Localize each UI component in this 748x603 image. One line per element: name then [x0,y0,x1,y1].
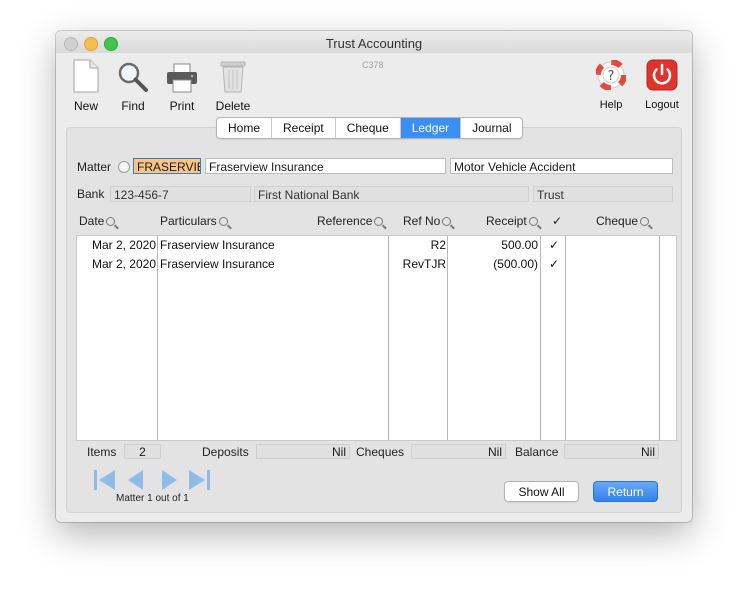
balance-field: Nil [564,444,659,459]
print-button[interactable]: Print [157,59,207,113]
delete-button[interactable]: Delete [208,59,258,113]
help-button[interactable]: ? Help [586,59,636,111]
next-record-icon[interactable] [157,469,181,491]
matter-label: Matter [77,160,112,174]
date-header-label: Date [79,214,105,228]
column-divider [659,236,660,440]
row-particulars: Fraserview Insurance [160,257,275,271]
trust-accounting-window: Trust Accounting C378 New Find Print Del… [56,31,692,522]
ref-no-column-header[interactable]: Ref No [403,214,452,228]
bank-label: Bank [77,187,105,201]
check-column-header[interactable]: ✓ [552,214,562,228]
new-button[interactable]: New [61,59,111,113]
tab-ledger[interactable]: Ledger [400,118,462,138]
reference-header-label: Reference [317,214,373,228]
column-divider [565,236,566,440]
tab-cheque[interactable]: Cheque [336,118,401,138]
window-title: Trust Accounting [325,36,423,51]
row-date: Mar 2, 2020 [91,238,156,252]
last-record-icon[interactable] [187,469,211,491]
bank-name-field: First National Bank [254,186,529,202]
particulars-column-header[interactable]: Particulars [160,214,228,228]
title-bar: Trust Accounting [56,31,692,53]
return-button[interactable]: Return [593,481,658,502]
cheque-search-icon[interactable] [640,217,650,226]
items-count-field: 2 [124,444,161,459]
matter-code-field[interactable]: FRASERVIE [133,158,201,174]
matter-name-field[interactable]: Fraserview Insurance [205,158,446,174]
svg-text:?: ? [608,69,615,84]
column-divider [540,236,541,440]
row-ref-no: RevTJR [402,257,446,271]
help-label: Help [599,99,623,111]
cheques-label: Cheques [356,445,405,459]
new-label: New [73,99,98,113]
ref-no-search-icon[interactable] [442,217,452,226]
ledger-table: Mar 2, 2020 Fraserview Insurance R2 500.… [76,235,677,441]
tab-receipt[interactable]: Receipt [272,118,336,138]
row-date: Mar 2, 2020 [91,257,156,271]
magnifier-icon [108,59,158,99]
matter-count-text: Matter 1 out of 1 [116,493,189,504]
previous-record-icon[interactable] [124,469,148,491]
delete-label: Delete [215,99,251,113]
logout-button[interactable]: Logout [637,59,687,111]
column-divider [157,236,158,440]
row-receipt: 500.00 [501,238,538,252]
date-search-icon[interactable] [106,217,116,226]
first-record-icon[interactable] [93,469,117,491]
date-column-header[interactable]: Date [79,214,116,228]
logout-label: Logout [645,99,679,111]
tab-bar: Home Receipt Cheque Ledger Journal [216,117,524,139]
help-lifebuoy-icon: ? [586,59,636,99]
particulars-header-label: Particulars [160,214,217,228]
reference-search-icon[interactable] [374,217,384,226]
deposits-label: Deposits [202,445,249,459]
matter-radio[interactable] [118,161,130,173]
items-label: Items [87,445,117,459]
find-button[interactable]: Find [108,59,158,113]
screen-code: C378 [362,60,384,70]
receipt-search-icon[interactable] [528,217,538,226]
row-check: ✓ [549,257,560,271]
reference-column-header[interactable]: Reference [317,214,384,228]
ref-no-header-label: Ref No [403,214,441,228]
row-ref-no: R2 [430,238,446,252]
column-divider [447,236,448,440]
particulars-search-icon[interactable] [218,217,228,226]
trash-icon [208,59,258,99]
row-particulars: Fraserview Insurance [160,238,275,252]
cheques-field: Nil [411,444,506,459]
receipt-header-label: Receipt [486,214,527,228]
row-receipt: (500.00) [493,257,538,271]
cheque-column-header[interactable]: Cheque [596,214,650,228]
tab-journal[interactable]: Journal [461,118,522,138]
tab-home[interactable]: Home [217,118,273,138]
bank-account-field: 123-456-7 [110,186,251,202]
print-label: Print [169,99,195,113]
bank-type-field: Trust [533,186,673,202]
matter-description-field[interactable]: Motor Vehicle Accident [450,158,673,174]
power-icon [637,59,687,99]
cheque-header-label: Cheque [596,214,639,228]
row-check: ✓ [549,238,560,252]
show-all-button[interactable]: Show All [504,481,579,502]
deposits-field: Nil [256,444,350,459]
find-label: Find [121,99,145,113]
new-document-icon [61,59,111,99]
receipt-column-header[interactable]: Receipt [486,214,538,228]
printer-icon [157,59,207,99]
balance-label: Balance [515,445,559,459]
